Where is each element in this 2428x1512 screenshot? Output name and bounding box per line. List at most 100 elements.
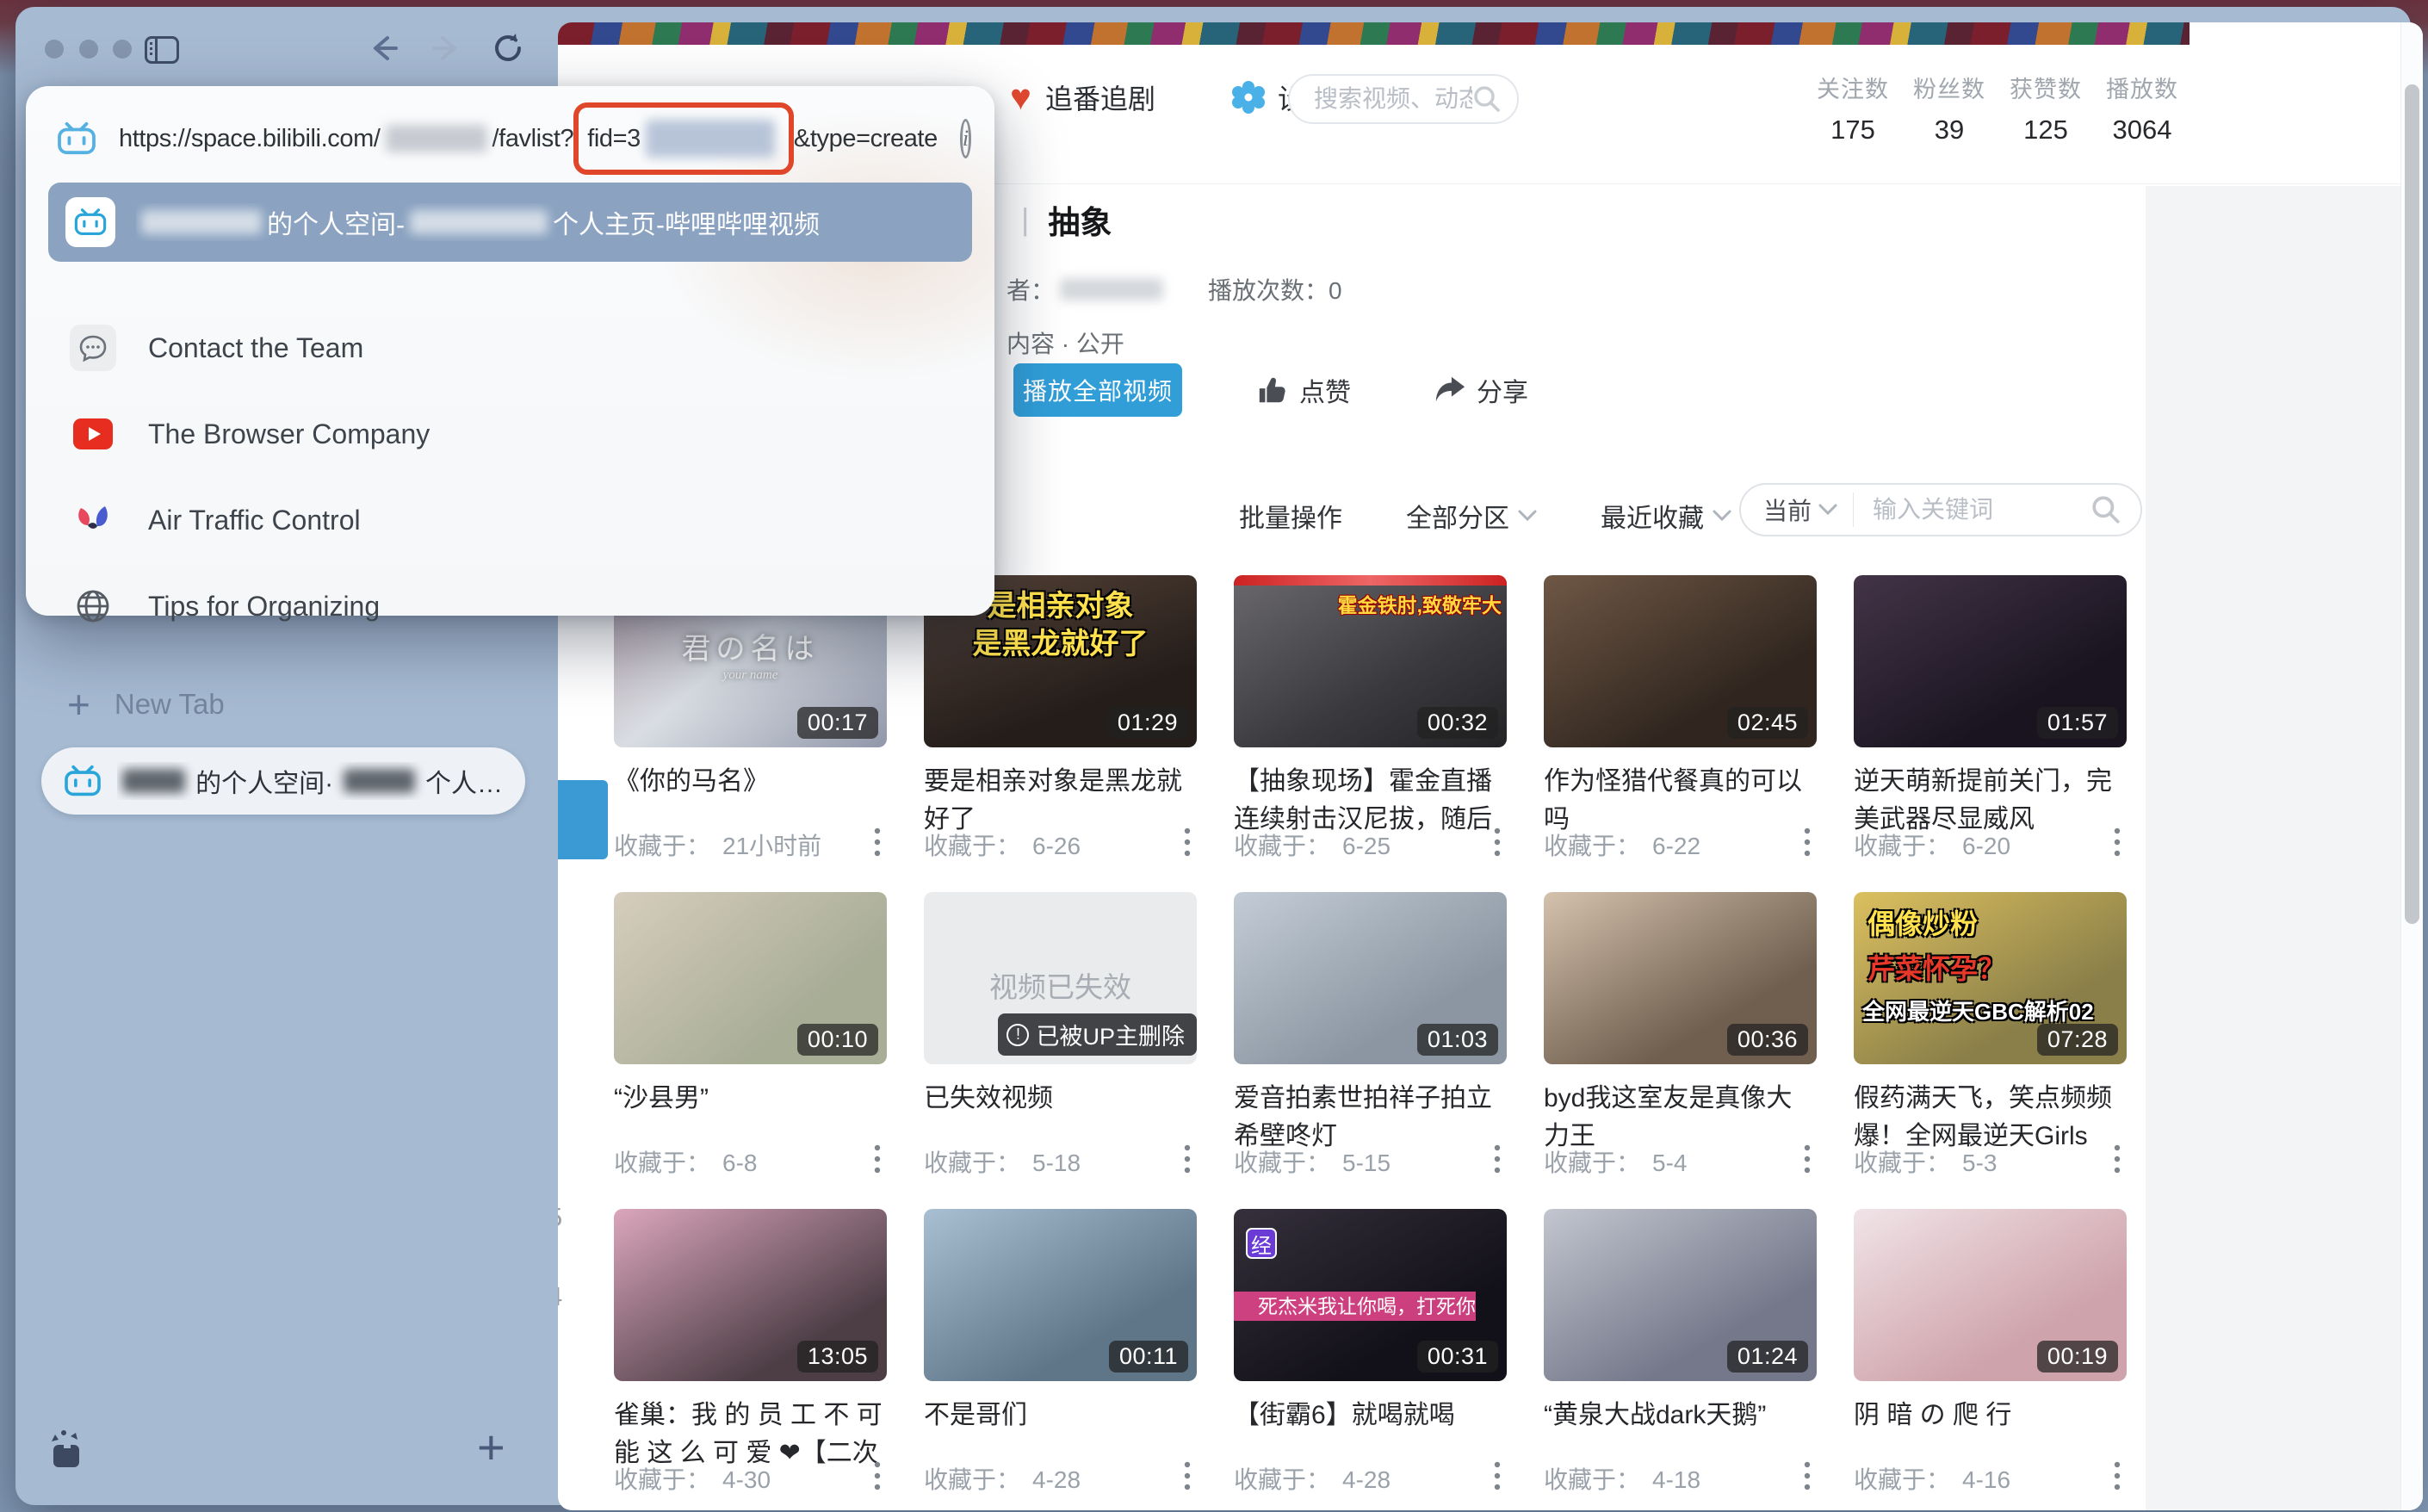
traffic-light-minimize-icon[interactable] — [79, 40, 98, 59]
stat-value: 39 — [1913, 115, 1985, 146]
sidebar-toggle-icon[interactable] — [145, 36, 179, 64]
keyword-input[interactable] — [1873, 496, 2090, 524]
thumbnail-overlay-text: 死杰米我让你喝，打死你 — [1234, 1292, 1476, 1321]
traffic-light-zoom-icon[interactable] — [113, 40, 132, 59]
saved-date: 收藏于：4-28 — [1234, 1461, 1391, 1496]
video-thumbnail[interactable]: 01:24 — [1544, 1209, 1817, 1381]
video-title[interactable]: 已失效视频 — [924, 1080, 1197, 1118]
invalid-video-text: 视频已失效 — [924, 964, 1197, 1006]
traffic-light-close-icon[interactable] — [45, 40, 64, 59]
video-card[interactable]: 霍金铁肘,致敬牢大00:32【抽象现场】霍金直播连续射击汉尼拔，随后直播间被封收… — [1234, 575, 1507, 892]
search-icon[interactable] — [1472, 84, 1502, 114]
video-card[interactable]: 偶像炒粉芹菜怀孕？全网最逆天GBC解析0207:28假药满天飞，笑点频频爆！全网… — [1854, 892, 2127, 1209]
video-thumbnail[interactable]: 霍金铁肘,致敬牢大00:32 — [1234, 575, 1507, 747]
saved-date: 收藏于：4-28 — [924, 1461, 1081, 1496]
url-bar[interactable]: https://space.bilibili.com//favlist?fid=… — [57, 102, 969, 176]
scrollbar-thumb[interactable] — [2405, 84, 2419, 924]
play-all-button[interactable]: 播放全部视频 — [1013, 363, 1182, 417]
folder-active-indicator[interactable] — [558, 780, 608, 859]
search-icon[interactable] — [2090, 494, 2121, 525]
more-menu-icon[interactable] — [1803, 1143, 1817, 1179]
more-menu-icon[interactable] — [1493, 1460, 1507, 1496]
video-thumbnail[interactable]: 00:36 — [1544, 892, 1817, 1064]
more-menu-icon[interactable] — [1183, 1460, 1197, 1496]
share-button[interactable]: 分享 — [1434, 371, 1528, 409]
video-title[interactable]: 阴 暗 の 爬 行 — [1854, 1397, 2127, 1435]
video-title[interactable]: 不是哥们 — [924, 1397, 1197, 1435]
category-dropdown[interactable]: 全部分区 — [1406, 497, 1537, 535]
batch-actions-button[interactable]: 批量操作 — [1239, 497, 1342, 535]
gear-icon[interactable] — [1231, 80, 1266, 115]
stat-label: 获赞数 — [2010, 71, 2082, 104]
suggestion-tips-organizing[interactable]: Tips for Organizing — [48, 567, 972, 646]
suggestion-active[interactable]: 的个人空间- 个人主页-哔哩哔哩视频 — [48, 183, 972, 262]
scope-dropdown[interactable]: 当前 — [1763, 493, 1837, 527]
url-text[interactable]: https://space.bilibili.com//favlist?fid=… — [119, 115, 938, 163]
video-title[interactable]: “黄泉大战dark天鹅” — [1544, 1397, 1817, 1435]
video-title[interactable]: 【街霸6】就喝就喝 — [1234, 1397, 1507, 1435]
scrollbar-track[interactable] — [2400, 22, 2423, 1510]
video-thumbnail[interactable]: 视频已失效 !已被UP主删除 — [924, 892, 1197, 1064]
sort-dropdown[interactable]: 最近收藏 — [1601, 497, 1731, 535]
more-menu-icon[interactable] — [1803, 1460, 1817, 1496]
reload-icon[interactable] — [491, 31, 525, 65]
video-card[interactable]: 00:11 不是哥们收藏于：4-28 — [924, 1209, 1197, 1510]
video-thumbnail[interactable]: 13:05 — [614, 1209, 887, 1381]
video-title[interactable]: “沙县男” — [614, 1080, 887, 1118]
back-icon[interactable] — [367, 31, 401, 65]
video-card[interactable]: 02:45作为怪猎代餐真的可以吗收藏于：6-22 — [1544, 575, 1817, 892]
deleted-badge: !已被UP主删除 — [998, 1013, 1197, 1056]
chevron-down-icon — [1818, 504, 1837, 516]
like-button[interactable]: 点赞 — [1256, 371, 1351, 409]
forward-icon[interactable] — [429, 31, 463, 65]
suggestion-air-traffic-control[interactable]: Air Traffic Control — [48, 480, 972, 560]
more-menu-icon[interactable] — [1183, 1143, 1197, 1179]
sidebar-tab-bilibili[interactable]: 的个人空间· 个人… — [41, 747, 525, 815]
saved-date: 收藏于：6-8 — [614, 1144, 757, 1179]
suggestion-browser-company[interactable]: The Browser Company — [48, 394, 972, 474]
video-thumbnail[interactable]: 00:19 — [1854, 1209, 2127, 1381]
more-menu-icon[interactable] — [2113, 1460, 2127, 1496]
more-menu-icon[interactable] — [2113, 827, 2127, 862]
stat-item[interactable]: 粉丝数39 — [1913, 71, 1985, 146]
suggestion-contact-team[interactable]: Contact the Team — [48, 308, 972, 387]
library-icon[interactable] — [45, 1426, 90, 1471]
more-menu-icon[interactable] — [2113, 1143, 2127, 1179]
video-thumbnail[interactable]: 01:57 — [1854, 575, 2127, 747]
video-thumbnail[interactable]: 01:03 — [1234, 892, 1507, 1064]
duration-badge: 07:28 — [2037, 1024, 2118, 1056]
new-space-plus-icon[interactable]: + — [477, 1419, 505, 1475]
more-menu-icon[interactable] — [873, 1460, 887, 1496]
space-search[interactable] — [1288, 74, 1519, 124]
video-card[interactable]: 经死杰米我让你喝，打死你00:31 【街霸6】就喝就喝收藏于：4-28 — [1234, 1209, 1507, 1510]
globe-icon — [69, 582, 117, 630]
video-card[interactable]: 00:10 “沙县男” 收藏于：6-8 — [614, 892, 887, 1209]
video-title[interactable]: 《你的马名》 — [614, 763, 887, 801]
video-thumbnail[interactable]: 00:11 — [924, 1209, 1197, 1381]
more-menu-icon[interactable] — [1493, 827, 1507, 862]
video-thumbnail[interactable]: 偶像炒粉芹菜怀孕？全网最逆天GBC解析0207:28 — [1854, 892, 2127, 1064]
more-menu-icon[interactable] — [873, 1143, 887, 1179]
more-menu-icon[interactable] — [1493, 1143, 1507, 1179]
video-thumbnail[interactable]: 00:10 — [614, 892, 887, 1064]
space-search-input[interactable] — [1314, 85, 1472, 113]
info-icon[interactable]: i — [960, 119, 971, 158]
video-card[interactable]: 01:03爱音拍素世拍祥子拍立希壁咚灯收藏于：5-15 — [1234, 892, 1507, 1209]
video-card[interactable]: 13:05雀巢：我 的 员 工 不 可 能 这 么 可 爱 ❤【二次元爆改收藏于… — [614, 1209, 887, 1510]
follow-drama-link[interactable]: 追番追剧 — [1045, 77, 1155, 117]
more-menu-icon[interactable] — [873, 827, 887, 862]
stat-item[interactable]: 播放数3064 — [2106, 71, 2178, 146]
stat-item[interactable]: 关注数175 — [1817, 71, 1889, 146]
video-card[interactable]: 01:24“黄泉大战dark天鹅”收藏于：4-18 — [1544, 1209, 1817, 1510]
more-menu-icon[interactable] — [1803, 827, 1817, 862]
video-card[interactable]: 01:57逆天萌新提前关门，完美武器尽显威风收藏于：6-20 — [1854, 575, 2127, 892]
keyword-search: 当前 — [1739, 483, 2142, 536]
video-card[interactable]: 00:36byd我这室友是真像大力王收藏于：5-4 — [1544, 892, 1817, 1209]
video-card[interactable]: 00:19阴 暗 の 爬 行收藏于：4-16 — [1854, 1209, 2127, 1510]
video-thumbnail[interactable]: 02:45 — [1544, 575, 1817, 747]
new-tab-button[interactable]: + New Tab — [67, 677, 480, 732]
video-card[interactable]: 视频已失效!已被UP主删除已失效视频收藏于：5-18 — [924, 892, 1197, 1209]
video-thumbnail[interactable]: 经死杰米我让你喝，打死你00:31 — [1234, 1209, 1507, 1381]
more-menu-icon[interactable] — [1183, 827, 1197, 862]
stat-item[interactable]: 获赞数125 — [2010, 71, 2082, 146]
